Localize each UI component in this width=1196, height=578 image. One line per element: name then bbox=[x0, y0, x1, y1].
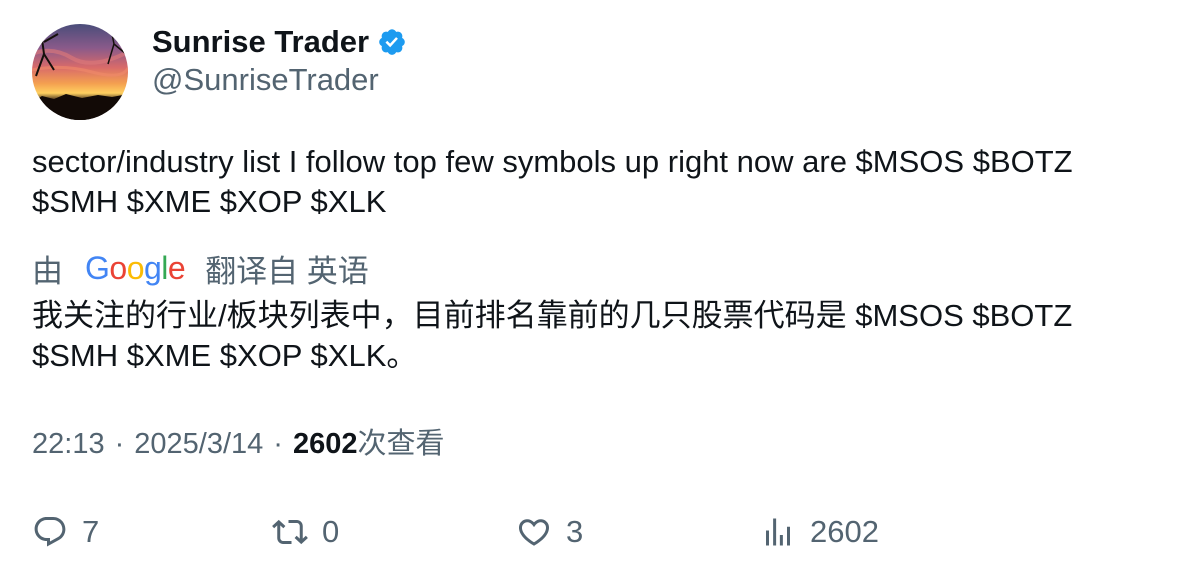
tweet-meta: 22:13 · 2025/3/14 · 2602 次查看 bbox=[32, 424, 444, 464]
translation-attribution: 由 Google 翻译自 英语 bbox=[32, 246, 369, 290]
google-logo-letter: G bbox=[85, 249, 110, 286]
meta-separator: · bbox=[273, 428, 283, 460]
author-handle[interactable]: @SunriseTrader bbox=[152, 62, 379, 98]
display-name[interactable]: Sunrise Trader bbox=[152, 24, 369, 60]
like-count: 3 bbox=[566, 514, 584, 549]
reply-icon bbox=[34, 517, 66, 547]
reply-button[interactable]: 7 bbox=[32, 510, 99, 554]
google-logo-letter: o bbox=[109, 249, 127, 286]
tweet-text-line: sector/industry list I follow top few sy… bbox=[32, 144, 1073, 179]
google-logo-letter: e bbox=[167, 249, 186, 286]
meta-separator: · bbox=[114, 428, 125, 460]
tweet-text: sector/industry list I follow top few sy… bbox=[32, 142, 1142, 222]
google-logo-letter: o bbox=[126, 249, 145, 286]
google-logo[interactable]: Google bbox=[85, 249, 186, 287]
google-logo-letter: g bbox=[143, 249, 162, 286]
retweet-count: 0 bbox=[322, 514, 340, 549]
views-label: 次查看 bbox=[357, 428, 445, 460]
google-logo-letter: l bbox=[161, 249, 168, 286]
heart-icon bbox=[518, 519, 550, 546]
author-name-row: Sunrise Trader bbox=[152, 22, 407, 62]
tweet-text-line: $SMH $XME $XOP $XLK bbox=[32, 184, 387, 219]
verified-badge-icon bbox=[379, 29, 405, 55]
tweet-card: Sunrise Trader @SunriseTrader sector/ind… bbox=[0, 0, 1196, 578]
views-chart-icon bbox=[766, 518, 790, 546]
tweet-date[interactable]: 2025/3/14 bbox=[134, 424, 263, 464]
translation-prefix: 由 bbox=[32, 253, 63, 289]
retweet-button[interactable]: 0 bbox=[272, 510, 339, 554]
like-button[interactable]: 3 bbox=[516, 510, 583, 554]
tweet-time[interactable]: 22:13 bbox=[32, 424, 105, 464]
action-bar: 7 0 3 2602 bbox=[32, 510, 1172, 554]
reply-count: 7 bbox=[82, 514, 100, 549]
translated-text: 我关注的行业/板块列表中，目前排名靠前的几只股票代码是 $MSOS $BOTZ … bbox=[32, 296, 1142, 376]
translated-text-line: 我关注的行业/板块列表中，目前排名靠前的几只股票代码是 $MSOS $BOTZ bbox=[32, 298, 1073, 333]
views-count: 2602 bbox=[292, 428, 358, 460]
translated-text-line: $SMH $XME $XOP $XLK。 bbox=[32, 338, 418, 373]
avatar[interactable] bbox=[32, 24, 128, 120]
retweet-icon bbox=[272, 519, 308, 545]
views-button[interactable]: 2602 bbox=[760, 510, 879, 554]
translation-suffix: 翻译自 英语 bbox=[205, 253, 369, 289]
views-action-count: 2602 bbox=[810, 514, 879, 549]
avatar-sunset-image bbox=[32, 24, 128, 120]
